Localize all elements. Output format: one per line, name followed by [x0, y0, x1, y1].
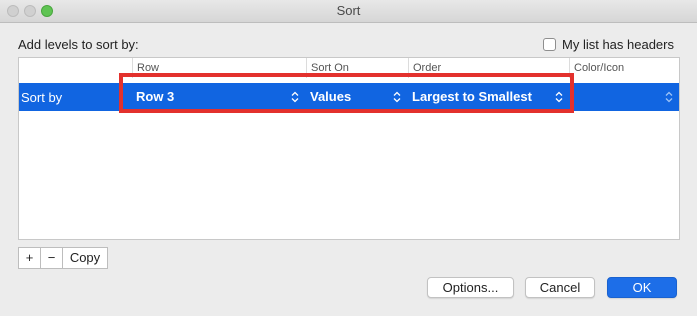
remove-level-button[interactable]: −: [41, 248, 63, 268]
cancel-button[interactable]: Cancel: [525, 277, 595, 298]
window-title: Sort: [336, 3, 361, 18]
my-list-has-headers-label: My list has headers: [562, 37, 674, 52]
annotation-highlight-box: [119, 73, 574, 113]
column-header-color-icon: Color/Icon: [569, 58, 679, 78]
updown-chevron-icon: [665, 91, 673, 103]
my-list-has-headers-checkbox[interactable]: [543, 38, 556, 51]
sort-by-label: Sort by: [21, 90, 63, 105]
title-bar: Sort: [0, 0, 697, 23]
my-list-has-headers-option[interactable]: My list has headers: [543, 37, 674, 52]
add-levels-label: Add levels to sort by:: [18, 37, 139, 52]
copy-level-button[interactable]: Copy: [63, 248, 107, 268]
ok-button[interactable]: OK: [607, 277, 677, 298]
options-button[interactable]: Options...: [427, 277, 514, 298]
add-level-button[interactable]: +: [19, 248, 41, 268]
color-icon-select[interactable]: [569, 85, 677, 108]
level-buttons: + − Copy: [18, 247, 108, 269]
